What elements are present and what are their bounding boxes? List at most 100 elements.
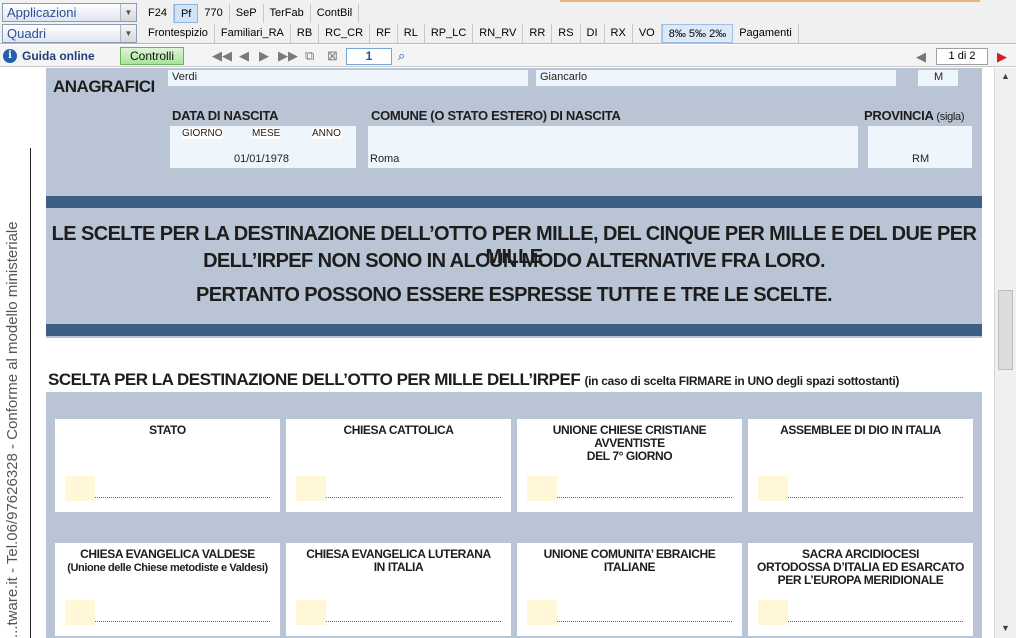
signature-line [788,497,963,498]
giorno-label: GIORNO [182,128,223,139]
mese-label: MESE [252,128,281,139]
tab-per-mille[interactable]: 8‰ 5‰ 2‰ [661,24,734,43]
tab-rp-lc[interactable]: RP_LC [425,24,474,43]
card-title-line2: ITALIANE [603,560,656,574]
card-title: STATO [59,424,276,437]
vertical-side-strip: ...tware.it - Tel.06/97626328 - Conforme… [0,68,32,638]
scelta-card-assemblee-di-dio[interactable]: ASSEMBLEE DI DIO IN ITALIA [748,419,973,512]
card-title: ASSEMBLEE DI DIO IN ITALIA [752,424,969,437]
scroll-up-icon[interactable]: ▲ [995,68,1016,84]
provincia-label-text: PROVINCIA [864,108,934,123]
scelta-card-stato[interactable]: STATO [55,419,280,512]
card-title-line1: SACRA ARCIDIOCESI [802,547,919,561]
card-title: UNIONE COMUNITA’ EBRAICHE ITALIANE [521,548,738,574]
chevron-down-icon[interactable]: ▼ [120,4,136,21]
data-nascita-field[interactable]: GIORNO MESE ANNO 01/01/1978 [170,126,356,168]
scelta-card-ortodossa[interactable]: SACRA ARCIDIOCESI ORTODOSSA D’ITALIA ED E… [748,543,973,636]
next-page-icon[interactable]: ▶ [259,49,269,63]
card-title-line2: IN ITALIA [373,560,424,574]
copy-page-icon[interactable]: ⧉ [305,49,314,63]
card-title-line2: ORTODOSSA D’ITALIA ED ESARCATO PER L’EUR… [757,560,964,587]
anagrafici-title: ANAGRAFICI [53,77,155,96]
cognome-field[interactable]: Verdi [168,70,528,86]
scelta-card-valdese[interactable]: CHIESA EVANGELICA VALDESE (Unione delle C… [55,543,280,636]
accent-strip [560,0,980,2]
next-module-icon[interactable]: ▶ [997,49,1007,65]
tab-rl[interactable]: RL [398,24,425,43]
card-title: CHIESA CATTOLICA [290,424,507,437]
scelta-title-text: SCELTA PER LA DESTINAZIONE DELL’OTTO PER… [48,370,581,389]
card-title: SACRA ARCIDIOCESI ORTODOSSA D’ITALIA ED E… [752,548,969,587]
tab-rr[interactable]: RR [523,24,553,43]
applicazioni-select-value: Applicazioni [7,5,77,20]
signature-line [557,621,732,622]
tab-rc-cr[interactable]: RC_CR [319,24,371,43]
provincia-field[interactable]: RM [868,126,972,168]
tab-f24[interactable]: F24 [142,4,174,23]
tab-pagamenti[interactable]: Pagamenti [733,24,799,43]
firma-box[interactable] [296,600,326,625]
firma-box[interactable] [65,476,95,501]
sesso-value: M [934,71,944,83]
tab-rn-rv[interactable]: RN_RV [473,24,524,43]
applicazioni-select[interactable]: Applicazioni ▼ [2,3,137,22]
firma-box[interactable] [65,600,95,625]
tab-terfab[interactable]: TerFab [264,4,311,23]
tab-rf[interactable]: RF [370,24,398,43]
page-number-input[interactable]: 1 [346,48,392,65]
tab-vo[interactable]: VO [633,24,662,43]
card-title-line1: UNIONE COMUNITA’ EBRAICHE [543,547,716,561]
firma-box[interactable] [758,476,788,501]
navigation-bar: i Guida online Controlli ◀◀ ◀ ▶ ▶▶ ⧉ ⊠ 1… [0,45,1016,67]
scroll-down-icon[interactable]: ▼ [995,620,1016,636]
prev-module-icon[interactable]: ◀ [916,49,926,65]
signature-line [95,621,270,622]
tab-rb[interactable]: RB [291,24,320,43]
previous-page-icon[interactable]: ◀ [239,49,249,63]
scelta-card-luterana[interactable]: CHIESA EVANGELICA LUTERANA IN ITALIA [286,543,511,636]
search-page-icon[interactable]: ⌕ [398,49,405,63]
tab-frontespizio[interactable]: Frontespizio [142,24,215,43]
tab-pf[interactable]: Pf [173,4,199,23]
sesso-field[interactable]: M [918,70,958,86]
firma-box[interactable] [758,600,788,625]
banner-line-3: PERTANTO POSSONO ESSERE ESPRESSE TUTTE E… [195,284,833,306]
quadri-select[interactable]: Quadri ▼ [2,24,137,43]
banner-top-bar [46,196,982,208]
scrollbar-thumb[interactable] [998,290,1013,370]
vertical-scrollbar[interactable]: ▲ ▼ [994,68,1016,638]
nome-value: Giancarlo [540,71,588,83]
first-page-icon[interactable]: ◀◀ [212,49,232,63]
card-title: UNIONE CHIESE CRISTIANE AVVENTISTE DEL 7°… [521,424,738,463]
card-title-line1: STATO [149,423,186,437]
scelta-card-comunita-ebraiche[interactable]: UNIONE COMUNITA’ EBRAICHE ITALIANE [517,543,742,636]
tab-di[interactable]: DI [581,24,605,43]
scelta-card-chiesa-cattolica[interactable]: CHIESA CATTOLICA [286,419,511,512]
card-title-line1: CHIESA EVANGELICA LUTERANA [306,547,491,561]
last-page-icon[interactable]: ▶▶ [278,49,298,63]
tab-familiari-ra[interactable]: Familiari_RA [215,24,291,43]
tab-770[interactable]: 770 [198,4,230,23]
scelta-card-avventisti[interactable]: UNIONE CHIESE CRISTIANE AVVENTISTE DEL 7°… [517,419,742,512]
tab-rs[interactable]: RS [552,24,581,43]
card-title: CHIESA EVANGELICA VALDESE (Unione delle C… [59,548,276,575]
tab-rx[interactable]: RX [605,24,633,43]
firma-box[interactable] [527,600,557,625]
tab-contbil[interactable]: ContBil [311,4,360,23]
signature-line [326,497,501,498]
nome-field[interactable]: Giancarlo [536,70,896,86]
guida-online-button[interactable]: i Guida online [3,47,115,65]
banner-bottom-bar [46,324,982,336]
vertical-caption: ...tware.it - Tel.06/97626328 - Conforme… [4,221,21,638]
chevron-down-icon[interactable]: ▼ [120,25,136,42]
delete-page-icon[interactable]: ⊠ [327,49,338,63]
page-count: 1 di 2 [936,48,988,65]
firma-box[interactable] [527,476,557,501]
controlli-button[interactable]: Controlli [120,47,184,65]
comune-nascita-field[interactable]: Roma [368,126,858,168]
firma-box[interactable] [296,476,326,501]
tab-sep[interactable]: SeP [230,4,264,23]
signature-line [95,497,270,498]
scelta-subtitle: (in caso di scelta FIRMARE in UNO degli … [584,374,900,388]
anno-label: ANNO [312,128,341,139]
